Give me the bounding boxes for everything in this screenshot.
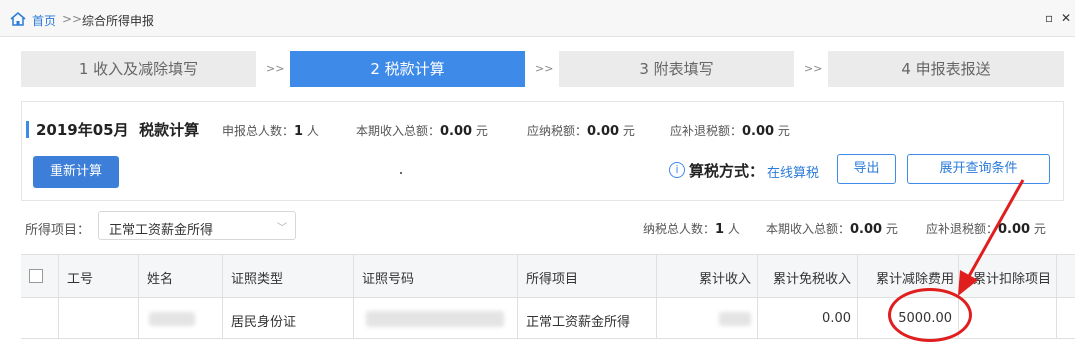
chevron-down-icon: ﹀ bbox=[277, 223, 287, 234]
cell-cumulative-income bbox=[657, 298, 758, 338]
panel-title: 2019年05月 税款计算 bbox=[36, 119, 199, 140]
period: 2019年05月 bbox=[36, 121, 129, 139]
select-all-checkbox[interactable] bbox=[29, 269, 43, 283]
header-cumulative-income: 累计收入 bbox=[657, 255, 758, 297]
filter-refund-stat: 应补退税额：0.00 元 bbox=[926, 222, 1046, 237]
cell-id-number bbox=[354, 298, 518, 338]
step-separator: >> bbox=[266, 62, 285, 75]
summary-panel: 2019年05月 税款计算 申报总人数：1 人 本期收入总额：0.00 元 应纳… bbox=[21, 101, 1064, 201]
income-item-select[interactable]: 正常工资薪金所得 ﹀ bbox=[98, 211, 296, 240]
tax-payable-stat: 应纳税额：0.00 元 bbox=[527, 124, 635, 139]
breadcrumb-separator: >> bbox=[62, 12, 83, 26]
cell-tax-free-income: 0.00 bbox=[758, 298, 858, 338]
redacted-id-number bbox=[366, 311, 504, 327]
income-total-stat: 本期收入总额：0.00 元 bbox=[356, 124, 488, 139]
redacted-name bbox=[149, 312, 195, 326]
income-item-label: 所得项目： bbox=[25, 223, 91, 238]
title-marker bbox=[26, 121, 29, 138]
header-id-type: 证照类型 bbox=[223, 255, 354, 297]
highlight-ellipse bbox=[888, 288, 972, 342]
cell-deduction-items bbox=[959, 298, 1057, 338]
refund-stat: 应补退税额：0.00 元 bbox=[670, 124, 790, 139]
expand-query-button[interactable]: 展开查询条件 bbox=[907, 154, 1050, 184]
header-deduction-items: 累计扣除项目 bbox=[959, 255, 1057, 297]
tax-method-label: 算税方式： bbox=[689, 162, 765, 180]
step-separator: >> bbox=[804, 62, 823, 75]
header-income-item: 所得项目 bbox=[518, 255, 657, 297]
income-item-select-value: 正常工资薪金所得 bbox=[109, 223, 214, 238]
step-attachment[interactable]: 3 附表填写 bbox=[559, 51, 794, 87]
step-tax-calculation[interactable]: 2 税款计算 bbox=[290, 51, 525, 87]
declarants-stat: 申报总人数：1 人 bbox=[222, 124, 319, 139]
info-icon: i bbox=[669, 162, 685, 178]
taxpayers-stat: 纳税总人数：1 人 bbox=[643, 222, 740, 237]
breadcrumb-home-link[interactable]: 首页 bbox=[32, 12, 56, 29]
top-bar: 首页 >> 综合所得申报 ▫ ✕ bbox=[0, 0, 1075, 37]
cell-id-type: 居民身份证 bbox=[223, 298, 354, 338]
header-employee-no: 工号 bbox=[59, 255, 139, 297]
loading-dot bbox=[400, 172, 402, 174]
filter-income-stat: 本期收入总额：0.00 元 bbox=[766, 222, 898, 237]
header-name: 姓名 bbox=[139, 255, 223, 297]
cell-name bbox=[139, 298, 223, 338]
step-submit[interactable]: 4 申报表报送 bbox=[828, 51, 1064, 87]
cell-employee-no bbox=[59, 298, 139, 338]
header-select-all bbox=[21, 255, 59, 297]
step-income-deduction[interactable]: 1 收入及减除填写 bbox=[21, 51, 256, 87]
panel-title-text: 税款计算 bbox=[139, 121, 200, 139]
header-tax-free-income: 累计免税收入 bbox=[758, 255, 858, 297]
close-window-icon[interactable]: ✕ bbox=[1061, 11, 1071, 25]
export-button[interactable]: 导出 bbox=[837, 154, 896, 184]
home-icon[interactable] bbox=[9, 11, 27, 27]
header-id-number: 证照号码 bbox=[354, 255, 518, 297]
cell-income-item: 正常工资薪金所得 bbox=[518, 298, 657, 338]
tax-method-link[interactable]: 在线算税 bbox=[767, 162, 819, 181]
redacted-income bbox=[719, 312, 751, 326]
step-separator: >> bbox=[535, 62, 554, 75]
recalculate-button[interactable]: 重新计算 bbox=[33, 156, 119, 188]
breadcrumb-current: 综合所得申报 bbox=[82, 14, 155, 28]
restore-window-icon[interactable]: ▫ bbox=[1045, 11, 1053, 25]
